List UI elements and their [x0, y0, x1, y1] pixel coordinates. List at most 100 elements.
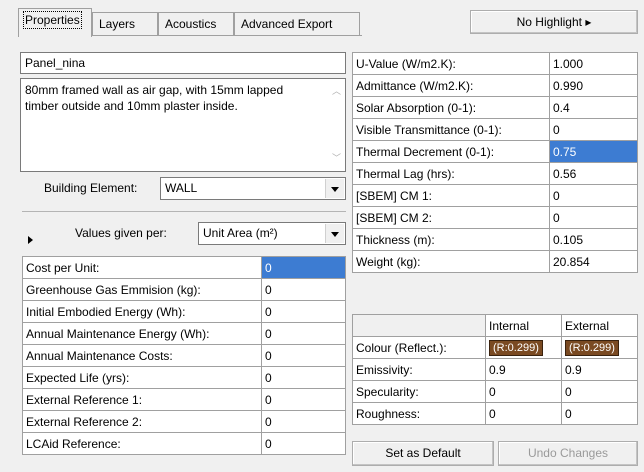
table-row: Colour (Reflect.): (R:0.299) (R:0.299)	[352, 336, 638, 359]
row-value[interactable]: 0	[261, 256, 346, 279]
separator	[22, 211, 346, 212]
values-given-per-select[interactable]: Unit Area (m²)	[198, 222, 346, 245]
chevron-down-icon[interactable]	[325, 224, 344, 243]
row-value-internal[interactable]: 0	[485, 380, 562, 403]
values-given-per-value: Unit Area (m²)	[203, 226, 278, 240]
row-value-external[interactable]: 0.9	[561, 358, 638, 381]
scroll-up-icon[interactable]: ︿	[332, 87, 341, 96]
tab-advanced-export[interactable]: Advanced Export	[234, 12, 360, 36]
row-value-internal[interactable]: 0.9	[485, 358, 562, 381]
expand-arrow-icon[interactable]	[28, 236, 33, 244]
chevron-down-icon[interactable]	[325, 179, 344, 198]
row-value[interactable]: 0	[549, 206, 638, 229]
row-label: Greenhouse Gas Emmision (kg):	[22, 278, 262, 301]
header-external: External	[561, 314, 638, 337]
row-value[interactable]: 0.990	[549, 74, 638, 97]
table-row: Annual Maintenance Energy (Wh): 0	[22, 322, 346, 345]
surface-properties-table: Internal External Colour (Reflect.): (R:0.2…	[352, 314, 638, 425]
tab-layers[interactable]: Layers	[92, 12, 158, 36]
row-label: Cost per Unit:	[22, 256, 262, 279]
table-row: Thickness (m): 0.105	[352, 228, 638, 251]
undo-changes-button[interactable]: Undo Changes	[498, 441, 638, 466]
table-row: [SBEM] CM 1: 0	[352, 184, 638, 207]
row-value-external[interactable]: 0	[561, 402, 638, 425]
header-internal: Internal	[485, 314, 562, 337]
row-value[interactable]: 0.4	[549, 96, 638, 119]
row-value[interactable]: 0.105	[549, 228, 638, 251]
table-row: Admittance (W/m2.K): 0.990	[352, 74, 638, 97]
table-row: Solar Absorption (0-1): 0.4	[352, 96, 638, 119]
row-label: Weight (kg):	[352, 250, 550, 273]
row-label: Emissivity:	[352, 358, 486, 381]
thermal-properties-table: U-Value (W/m2.K): 1.000 Admittance (W/m2.K…	[352, 52, 638, 273]
table-row: LCAid Reference: 0	[22, 432, 346, 455]
table-row: Annual Maintenance Costs: 0	[22, 344, 346, 367]
description-scrollbar[interactable]: ︿ ﹀	[328, 79, 345, 171]
row-value-external[interactable]: 0	[561, 380, 638, 403]
building-element-select[interactable]: WALL	[160, 177, 346, 200]
row-value[interactable]: 0	[261, 278, 346, 301]
row-label: External Reference 2:	[22, 410, 262, 433]
table-row: Visible Transmittance (0-1): 0	[352, 118, 638, 141]
set-as-default-button[interactable]: Set as Default	[352, 441, 494, 466]
row-value[interactable]: 0.56	[549, 162, 638, 185]
no-highlight-button[interactable]: No Highlight ▸	[470, 10, 638, 34]
table-row: Thermal Decrement (0-1): 0.75	[352, 140, 638, 163]
row-label: Thermal Decrement (0-1):	[352, 140, 550, 163]
header-blank	[352, 314, 486, 337]
table-row: External Reference 2: 0	[22, 410, 346, 433]
row-value[interactable]: 0	[261, 300, 346, 323]
row-label: Solar Absorption (0-1):	[352, 96, 550, 119]
row-value[interactable]: 0	[261, 344, 346, 367]
row-value[interactable]: 0	[261, 366, 346, 389]
colour-swatch[interactable]: (R:0.299)	[489, 339, 543, 356]
tab-acoustics[interactable]: Acoustics	[158, 12, 234, 36]
row-value[interactable]: 0	[549, 118, 638, 141]
table-row: Weight (kg): 20.854	[352, 250, 638, 273]
name-field[interactable]: Panel_nina	[20, 52, 346, 74]
row-value-internal[interactable]: 0	[485, 402, 562, 425]
table-row: Expected Life (yrs): 0	[22, 366, 346, 389]
row-label: Thickness (m):	[352, 228, 550, 251]
row-value-internal[interactable]: (R:0.299)	[485, 336, 562, 359]
row-label: External Reference 1:	[22, 388, 262, 411]
row-label: [SBEM] CM 2:	[352, 206, 550, 229]
table-row: External Reference 1: 0	[22, 388, 346, 411]
table-row: Roughness: 0 0	[352, 402, 638, 425]
row-value[interactable]: 20.854	[549, 250, 638, 273]
row-value[interactable]: 0	[261, 410, 346, 433]
table-row: Cost per Unit: 0	[22, 256, 346, 279]
description-textarea[interactable]: 80mm framed wall as air gap, with 15mm l…	[20, 78, 346, 172]
row-value[interactable]: 0	[261, 388, 346, 411]
table-row: Greenhouse Gas Emmision (kg): 0	[22, 278, 346, 301]
description-text: 80mm framed wall as air gap, with 15mm l…	[25, 83, 284, 113]
table-header-row: Internal External	[352, 314, 638, 337]
row-value[interactable]: 0	[261, 432, 346, 455]
row-label: LCAid Reference:	[22, 432, 262, 455]
row-label: Roughness:	[352, 402, 486, 425]
row-value[interactable]: 1.000	[549, 52, 638, 75]
row-value[interactable]: 0	[549, 184, 638, 207]
colour-swatch[interactable]: (R:0.299)	[565, 339, 619, 356]
row-label: U-Value (W/m2.K):	[352, 52, 550, 75]
table-row: Emissivity: 0.9 0.9	[352, 358, 638, 381]
row-label: Annual Maintenance Costs:	[22, 344, 262, 367]
row-value[interactable]: 0.75	[549, 140, 638, 163]
row-value-external[interactable]: (R:0.299)	[561, 336, 638, 359]
values-given-per-label: Values given per:	[75, 226, 167, 240]
table-row: U-Value (W/m2.K): 1.000	[352, 52, 638, 75]
table-row: Thermal Lag (hrs): 0.56	[352, 162, 638, 185]
row-label: Admittance (W/m2.K):	[352, 74, 550, 97]
tab-properties[interactable]: Properties	[18, 8, 92, 37]
row-label: Annual Maintenance Energy (Wh):	[22, 322, 262, 345]
scroll-down-icon[interactable]: ﹀	[332, 154, 341, 163]
row-label: [SBEM] CM 1:	[352, 184, 550, 207]
cost-table: Cost per Unit: 0 Greenhouse Gas Emmision (…	[22, 256, 346, 455]
row-value[interactable]: 0	[261, 322, 346, 345]
table-row: [SBEM] CM 2: 0	[352, 206, 638, 229]
row-label: Visible Transmittance (0-1):	[352, 118, 550, 141]
row-label: Expected Life (yrs):	[22, 366, 262, 389]
table-row: Specularity: 0 0	[352, 380, 638, 403]
row-label: Thermal Lag (hrs):	[352, 162, 550, 185]
tab-bar: Properties Layers Acoustics Advanced Exp…	[18, 6, 360, 37]
